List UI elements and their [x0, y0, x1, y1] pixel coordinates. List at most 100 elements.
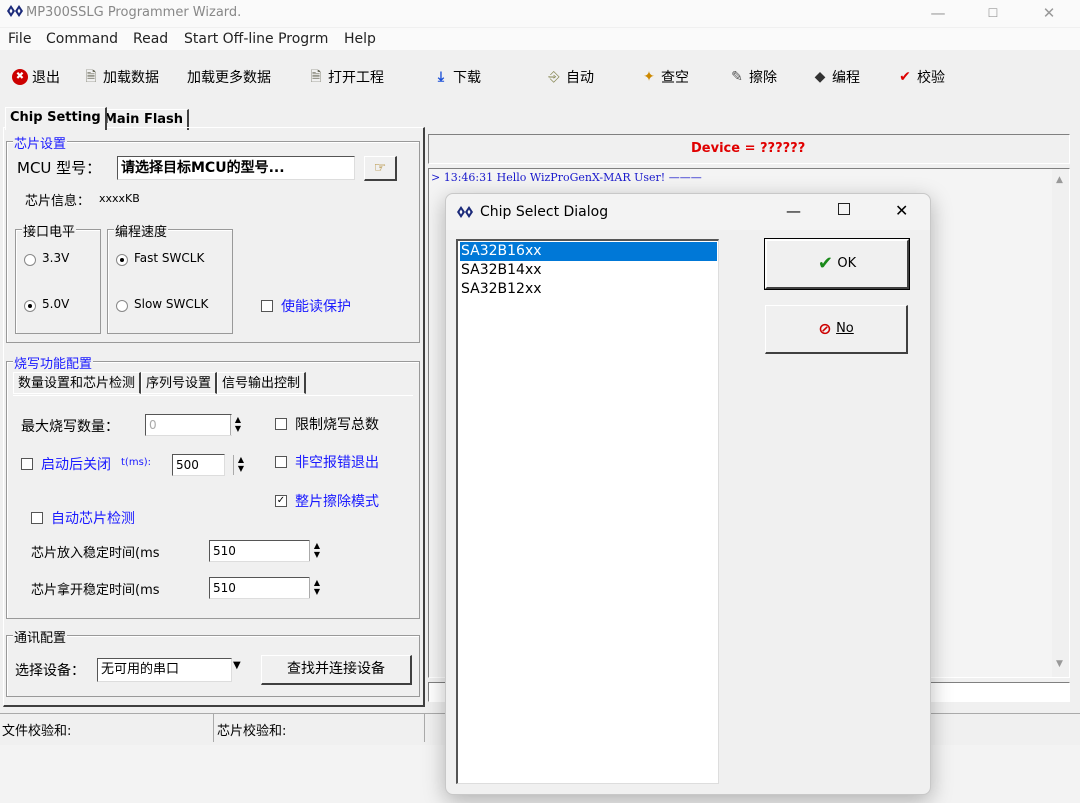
subtab-count-detect[interactable]: 数量设置和芯片检测 [13, 372, 142, 394]
download-icon: ⤓ [437, 69, 445, 85]
scroll-up-icon[interactable]: ▲ [1056, 175, 1063, 185]
chevron-down-icon[interactable]: ▼ [233, 660, 241, 671]
limit-total-label: 限制烧写总数 [295, 417, 379, 433]
log-scrollbar[interactable]: ▲ ▼ [1052, 169, 1069, 677]
chip-setting-panel: 芯片设置 MCU 型号： 请选择目标MCU的型号... ☞ 芯片信息： xxxx… [3, 127, 425, 707]
comm-config-group-label: 通讯配置 [13, 627, 68, 646]
auto-detect-checkbox[interactable] [31, 512, 43, 524]
chip-info-value: xxxxKB [99, 192, 140, 205]
menu-read[interactable]: Read [133, 31, 168, 47]
open-project-button[interactable]: 🗎 打开工程 [308, 67, 384, 87]
limit-total-checkbox[interactable] [275, 418, 287, 430]
menu-file[interactable]: File [8, 31, 31, 47]
max-count-input[interactable]: 0 [145, 414, 232, 436]
burn-config-group: 烧写功能配置 数量设置和芯片检测 序列号设置 信号输出控制 最大烧写数量： 0 … [6, 353, 420, 619]
comm-config-group: 通讯配置 选择设备： 无可用的串口 ▼ 查找并连接设备 [6, 627, 420, 697]
minimize-button[interactable]: — [915, 2, 961, 24]
speed-group-label: 编程速度 [114, 221, 169, 240]
burn-subtabs: 数量设置和芯片检测 序列号设置 信号输出控制 [13, 372, 307, 394]
erase-button[interactable]: ✎ 擦除 [729, 67, 777, 87]
menu-bar: File Command Read Start Off-line Progrm … [0, 28, 1080, 50]
scroll-down-icon[interactable]: ▼ [1056, 659, 1063, 669]
max-count-spinner[interactable]: ▲ ▼ [230, 415, 245, 435]
auto-close-checkbox[interactable] [21, 458, 33, 470]
mcu-model-label: MCU 型号： [17, 159, 102, 177]
menu-help[interactable]: Help [344, 31, 376, 47]
voltage-group: 接口电平 3.3V 5.0V [15, 221, 101, 334]
dialog-minimize-button[interactable]: — [786, 202, 801, 220]
dialog-title: Chip Select Dialog [480, 204, 609, 220]
select-mcu-button[interactable]: ☞ [364, 156, 397, 181]
chip-list[interactable]: SA32B16xx SA32B14xx SA32B12xx [456, 239, 719, 784]
load-more-data-button[interactable]: 加载更多数据 [187, 67, 271, 87]
chip-checksum-label: 芯片校验和: [217, 724, 287, 739]
radio-slow-swclk[interactable] [116, 300, 128, 312]
list-item[interactable]: SA32B12xx [460, 280, 717, 299]
voltage-group-label: 接口电平 [22, 221, 77, 240]
menu-start-offline[interactable]: Start Off-line Progrm [184, 31, 328, 47]
verify-button[interactable]: ✔ 校验 [897, 67, 945, 87]
menu-command[interactable]: Command [46, 31, 118, 47]
dialog-close-button[interactable]: ✕ [895, 201, 908, 220]
remove-time-label: 芯片拿开稳定时间(ms [31, 583, 160, 598]
chip-select-dialog: Chip Select Dialog — ✕ SA32B16xx SA32B14… [445, 193, 931, 795]
burn-config-group-label: 烧写功能配置 [13, 353, 94, 372]
device-select[interactable]: 无可用的串口 [97, 658, 232, 682]
close-button[interactable]: ✕ [1026, 2, 1072, 24]
read-protect-checkbox[interactable] [261, 300, 273, 312]
maximize-button[interactable]: ☐ [970, 2, 1016, 24]
nonempty-exit-label: 非空报错退出 [295, 455, 379, 471]
place-time-input[interactable]: 510 [209, 540, 310, 562]
remove-time-spinner[interactable]: ▲ ▼ [309, 578, 324, 598]
auto-close-input[interactable]: 500 [172, 454, 225, 476]
radio-fast-swclk[interactable] [116, 254, 128, 266]
chip-settings-group: 芯片设置 MCU 型号： 请选择目标MCU的型号... ☞ 芯片信息： xxxx… [6, 133, 420, 343]
app-logo-icon [457, 206, 473, 218]
radio-fast-swclk-label: Fast SWCLK [134, 251, 205, 265]
checkmark-icon: ✔ [817, 253, 833, 274]
chip-info-label: 芯片信息： [25, 194, 91, 209]
exit-icon: ✖ [12, 69, 28, 85]
ok-button[interactable]: ✔ OK [764, 238, 910, 290]
chip-icon: ◆ [814, 69, 826, 85]
full-erase-checkbox[interactable]: ✓ [275, 495, 287, 507]
download-button[interactable]: ⤓ 下载 [433, 67, 481, 87]
load-data-button[interactable]: 🗎 加载数据 [83, 67, 159, 87]
radio-3v3[interactable] [24, 254, 36, 266]
read-protect-label: 使能读保护 [281, 299, 351, 315]
subtab-serial[interactable]: 序列号设置 [141, 372, 218, 394]
radio-5v0-label: 5.0V [42, 297, 70, 311]
erase-icon: ✎ [731, 69, 743, 85]
mcu-model-field[interactable]: 请选择目标MCU的型号... [117, 156, 355, 180]
document-icon: 🗎 [310, 69, 322, 85]
remove-time-input[interactable]: 510 [209, 577, 310, 599]
auto-close-spinner[interactable]: ▲ ▼ [233, 455, 248, 475]
radio-slow-swclk-label: Slow SWCLK [134, 297, 209, 311]
find-connect-device-button[interactable]: 查找并连接设备 [261, 655, 412, 685]
pointing-hand-icon: ☞ [373, 160, 387, 176]
check-empty-button[interactable]: ✦ 查空 [641, 67, 689, 87]
app-logo-icon [7, 5, 23, 17]
chip-settings-group-label: 芯片设置 [13, 133, 68, 152]
subtab-signal-output[interactable]: 信号输出控制 [217, 372, 307, 394]
auto-button[interactable]: ⎆ 自动 [546, 67, 594, 87]
list-item[interactable]: SA32B16xx [460, 242, 717, 261]
checkmark-icon: ✔ [899, 69, 911, 85]
tab-chip-setting[interactable]: Chip Setting [5, 107, 107, 130]
radio-5v0[interactable] [24, 300, 36, 312]
no-button[interactable]: ⊘ No [765, 305, 908, 354]
select-device-label: 选择设备： [15, 663, 85, 679]
max-count-label: 最大烧写数量： [21, 419, 119, 435]
check-empty-icon: ✦ [643, 69, 655, 85]
auto-detect-label: 自动芯片检测 [51, 511, 135, 527]
auto-close-unit: t(ms): [121, 457, 152, 468]
dialog-maximize-button[interactable] [838, 203, 850, 215]
nonempty-exit-checkbox[interactable] [275, 456, 287, 468]
program-button[interactable]: ◆ 编程 [812, 67, 860, 87]
device-status: Device = ?????? [691, 141, 806, 156]
place-time-label: 芯片放入稳定时间(ms [31, 546, 160, 561]
place-time-spinner[interactable]: ▲ ▼ [309, 541, 324, 561]
exit-button[interactable]: ✖ 退出 [12, 67, 60, 87]
radio-3v3-label: 3.3V [42, 251, 70, 265]
list-item[interactable]: SA32B14xx [460, 261, 717, 280]
